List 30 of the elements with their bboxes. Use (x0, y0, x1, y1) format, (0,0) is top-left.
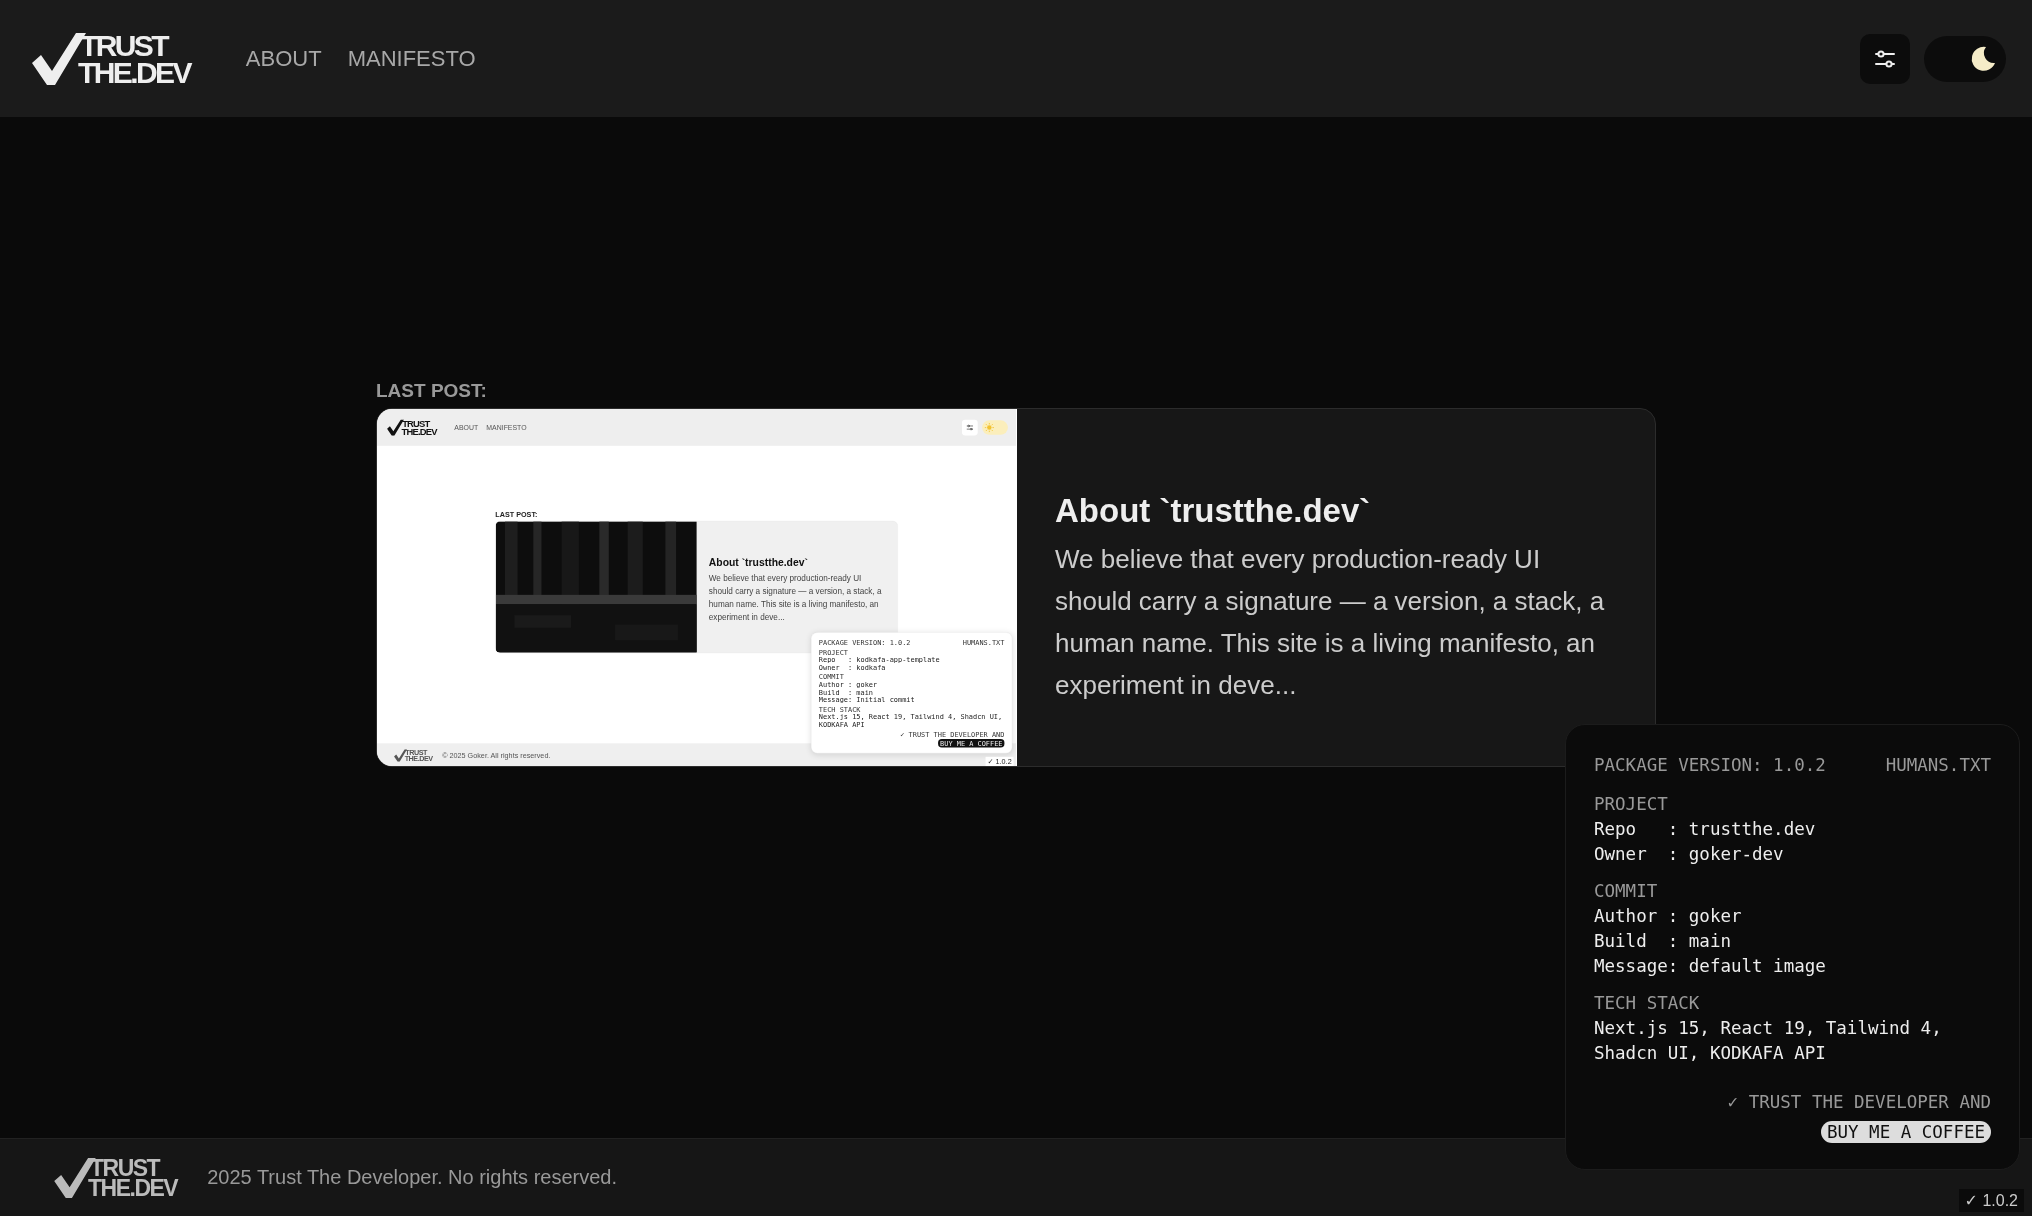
info-line: Build : main (1594, 930, 1732, 953)
humans-link[interactable]: HUMANS.TXT (1885, 753, 1991, 778)
section-heading: COMMIT (1594, 880, 1659, 903)
section-label: LAST POST: (376, 380, 488, 402)
post-title: About `trustthe.dev` (1055, 491, 1372, 530)
theme-toggle[interactable] (982, 420, 1008, 435)
post-excerpt: We believe that every production-ready UI should carry a signature — a version, a stack, a human name. This site is a living manifesto, an experiment in deve... (1055, 542, 1606, 702)
settings-button[interactable] (1860, 33, 1910, 84)
copyright-text: 2025 Trust The Developer. No rights reserved. (207, 1166, 618, 1189)
package-version: PACKAGE VERSION: 1.0.2 (1594, 754, 1826, 777)
theme-toggle[interactable] (1924, 35, 2006, 82)
section-heading: TECH STACK (1594, 992, 1701, 1015)
info-line: Owner : goker-dev (1594, 843, 1785, 866)
post-title: About `trustthe.dev` (708, 556, 809, 569)
info-line: Message: default image (1594, 955, 1827, 978)
logo-text[interactable]: TRUST THE.DEV (90, 1157, 178, 1198)
logo-text[interactable]: TRUST THE.DEV (80, 31, 190, 86)
info-line: Author : goker (1594, 905, 1743, 928)
logo-text[interactable]: TRUST THE.DEV (402, 418, 437, 436)
section-heading: PROJECT (1594, 793, 1669, 816)
version-badge: ✓ 1.0.2 (1958, 1189, 2024, 1212)
sliders-icon (1874, 47, 1896, 70)
coffee-button[interactable]: BUY ME A COFFEE (1820, 1121, 1991, 1143)
info-line: Repo : trustthe.dev (1594, 818, 1817, 841)
post-excerpt: We believe that every production-ready UI should carry a signature — a version, a stack, a human name. This site is a living manifesto, an experiment in deve... (708, 572, 883, 625)
nav-link[interactable]: ABOUT (245, 45, 322, 72)
sun-icon (984, 422, 995, 433)
tagline-text: ✓ TRUST THE DEVELOPER AND (1726, 1091, 1991, 1114)
nav-link[interactable]: MANIFESTO (347, 45, 476, 72)
info-line: Next.js 15, React 19, Tailwind 4, Shadcn UI, KODKAFA API (1594, 1017, 1943, 1065)
